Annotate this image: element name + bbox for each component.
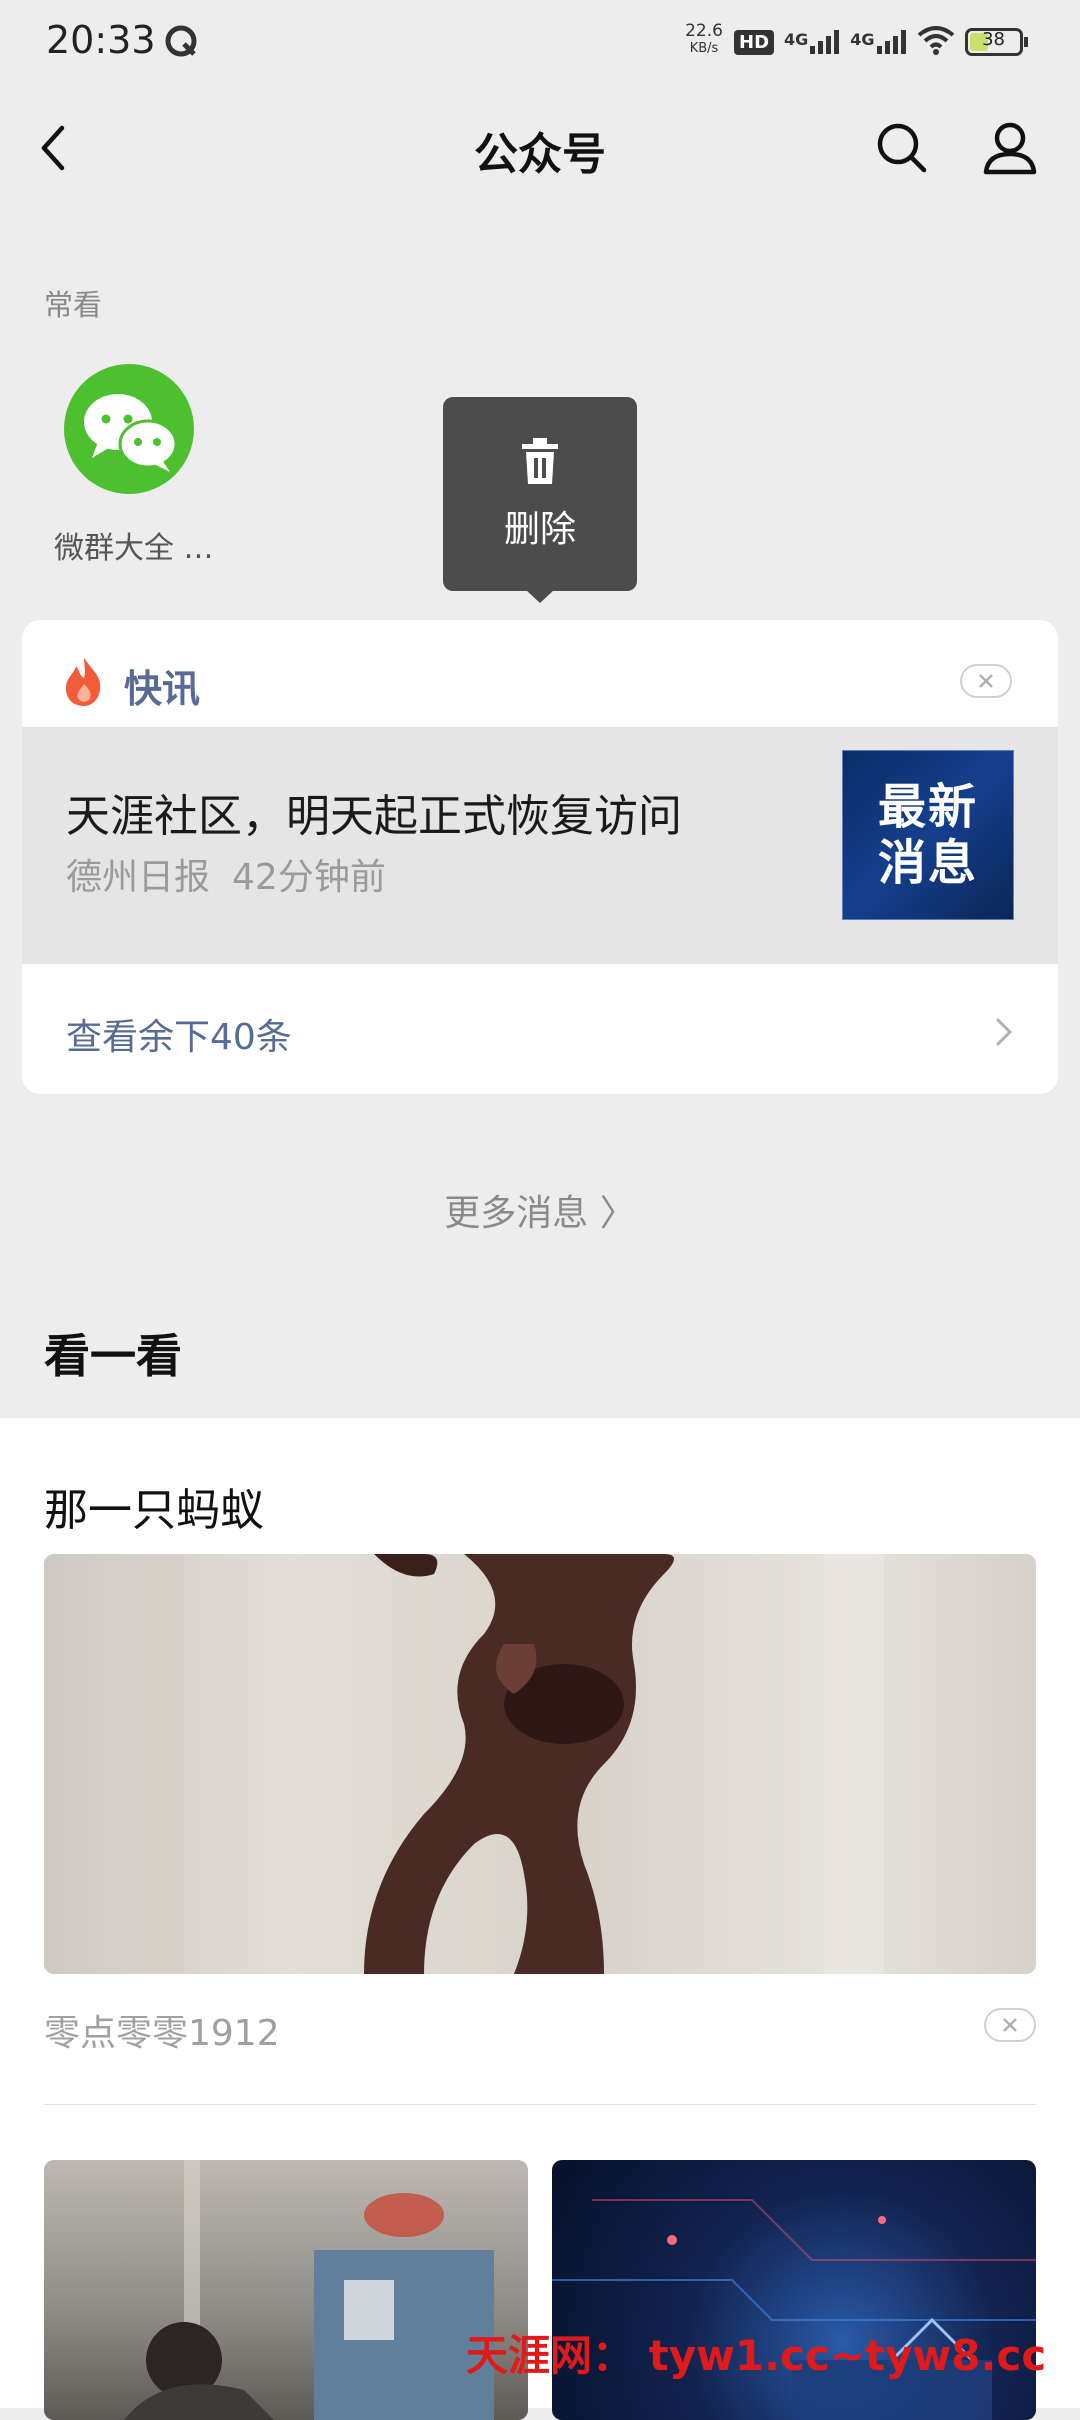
news-item-source: 德州日报 bbox=[66, 857, 211, 898]
battery-icon: 38 bbox=[964, 28, 1028, 56]
battery-level: 38 bbox=[982, 29, 1005, 50]
search-button[interactable] bbox=[872, 118, 932, 178]
trash-icon bbox=[516, 436, 564, 488]
frequent-section-label: 常看 bbox=[44, 288, 103, 322]
network-speed: 22.6 KB/s bbox=[682, 22, 726, 58]
close-icon bbox=[1003, 2018, 1017, 2032]
divider bbox=[44, 2104, 1036, 2105]
wechat-logo-icon bbox=[84, 394, 178, 472]
news-item-meta: 德州日报 42分钟前 bbox=[66, 848, 386, 900]
profile-button[interactable] bbox=[980, 118, 1040, 178]
net-speed-unit: KB/s bbox=[689, 41, 719, 56]
article-author[interactable]: 零点零零1912 bbox=[44, 2004, 280, 2056]
hd-icon: HD bbox=[734, 29, 775, 55]
news-item-time: 42分钟前 bbox=[232, 857, 386, 898]
thumb-line-2: 消息 bbox=[877, 835, 978, 891]
tooltip-arrow bbox=[526, 590, 554, 603]
article-image[interactable] bbox=[44, 1554, 1036, 1974]
article-thumbnail-left[interactable] bbox=[44, 2160, 528, 2420]
person-icon bbox=[983, 122, 1037, 175]
news-header-label: 快讯 bbox=[124, 667, 201, 711]
signal-icon-1: 4G bbox=[784, 30, 840, 54]
account-avatar[interactable] bbox=[64, 364, 194, 494]
wifi-icon bbox=[917, 25, 955, 59]
news-thumbnail[interactable]: 最新 消息 bbox=[842, 750, 1014, 920]
fire-icon bbox=[62, 656, 106, 706]
chevron-right-icon[interactable] bbox=[992, 1014, 1016, 1050]
back-button[interactable] bbox=[30, 118, 90, 178]
article-title[interactable]: 那一只蚂蚁 bbox=[44, 1474, 264, 1538]
carved-sculpture-image bbox=[144, 1554, 884, 1974]
more-messages-link[interactable]: 更多消息 〉 bbox=[0, 1184, 1080, 1236]
dismiss-news-button[interactable] bbox=[960, 664, 1012, 698]
thumb-line-1: 最新 bbox=[877, 779, 978, 835]
net-speed-value: 22.6 bbox=[685, 21, 723, 41]
account-name[interactable]: 微群大全 … bbox=[54, 523, 214, 567]
look-section-header: 看一看 bbox=[44, 1329, 182, 1383]
close-icon bbox=[979, 674, 993, 688]
notification-app-icon bbox=[164, 24, 198, 58]
delete-label[interactable]: 删除 bbox=[443, 500, 637, 552]
delete-tooltip[interactable] bbox=[443, 397, 637, 591]
workshop-photo bbox=[124, 2160, 494, 2420]
view-remaining-link[interactable]: 查看余下40条 bbox=[66, 1008, 292, 1060]
status-icons: HD 4G 4G 38 bbox=[734, 22, 1028, 62]
status-time: 20:33 bbox=[46, 18, 156, 62]
watermark-text: 天涯网： tyw1.cc~tyw8.cc bbox=[466, 2331, 1047, 2380]
signal-icon-2: 4G bbox=[850, 30, 906, 54]
news-item-title[interactable]: 天涯社区，明天起正式恢复访问 bbox=[66, 780, 682, 844]
search-icon bbox=[877, 123, 927, 173]
dismiss-article-button[interactable] bbox=[984, 2008, 1036, 2042]
chevron-left-icon bbox=[41, 125, 65, 171]
